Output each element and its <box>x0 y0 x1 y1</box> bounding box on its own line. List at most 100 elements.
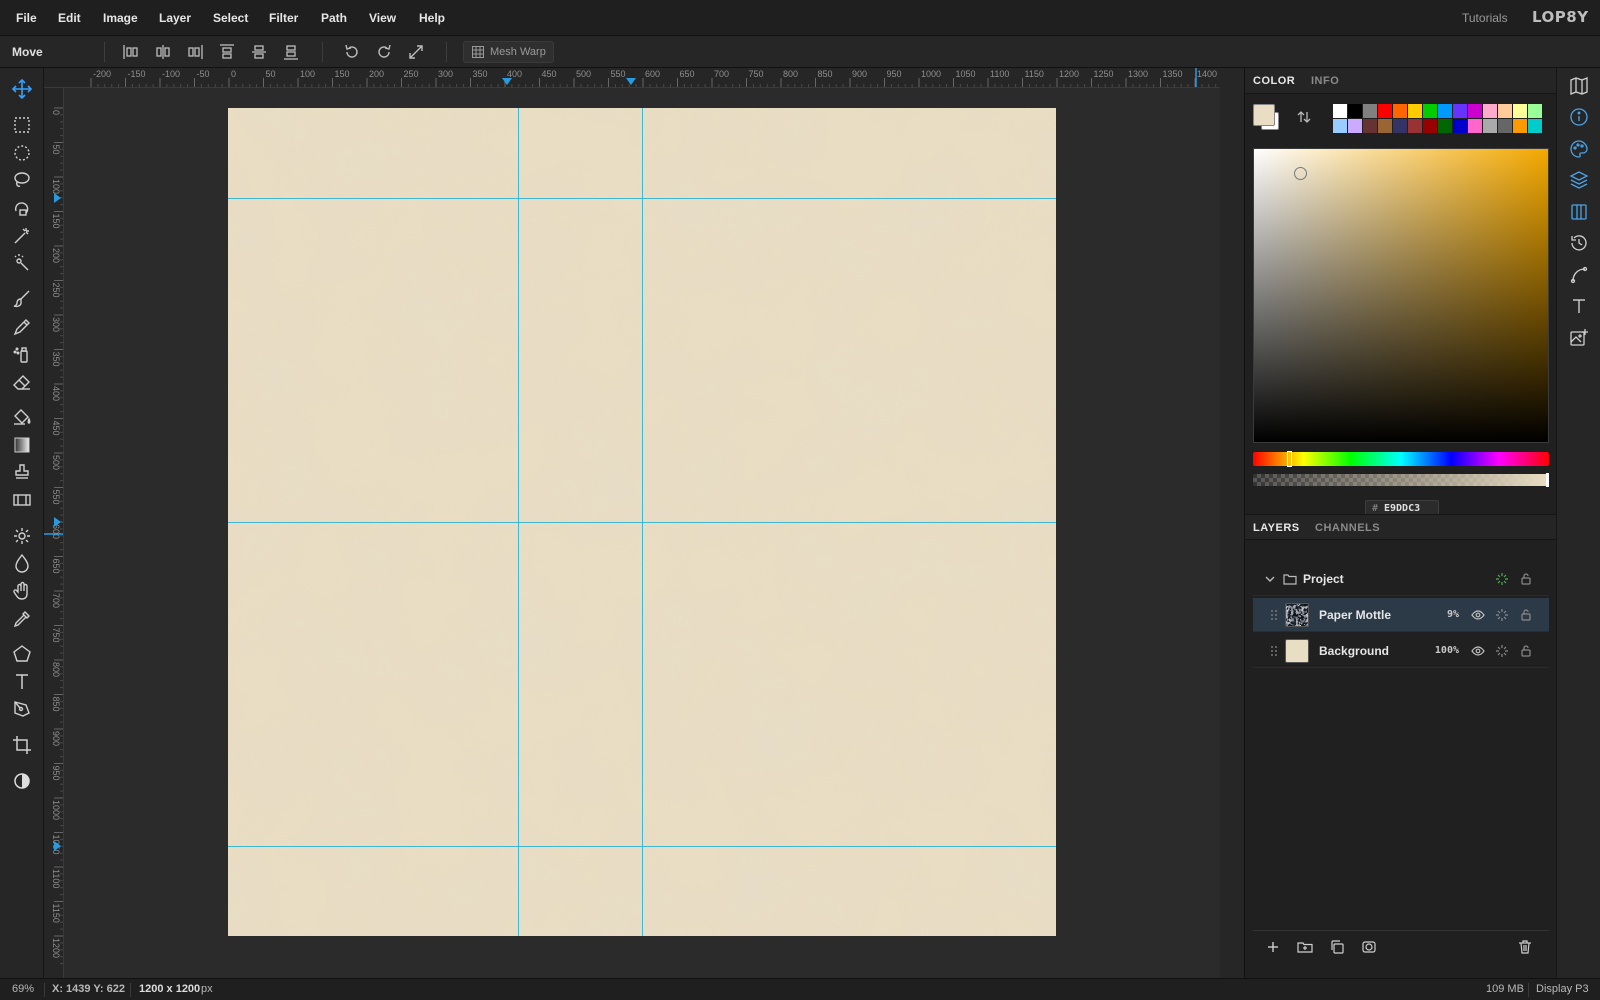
add-layer-icon[interactable] <box>1265 939 1281 955</box>
menu-path[interactable]: Path <box>321 11 347 25</box>
gradient-icon[interactable] <box>11 434 33 456</box>
palette-swatch[interactable] <box>1393 104 1407 118</box>
lock-icon[interactable] <box>1519 608 1533 622</box>
ellipse-select-icon[interactable] <box>11 142 33 164</box>
palette-swatch[interactable] <box>1528 104 1542 118</box>
move-tool-icon[interactable] <box>11 78 33 100</box>
palette-swatch[interactable] <box>1378 119 1392 133</box>
palette-swatch[interactable] <box>1498 104 1512 118</box>
drag-handle-icon[interactable] <box>1267 644 1281 658</box>
palette-swatch[interactable] <box>1453 104 1467 118</box>
channels-icon[interactable] <box>1569 202 1589 222</box>
contrast-icon[interactable] <box>11 770 33 792</box>
palette-swatch[interactable] <box>1363 119 1377 133</box>
layer-row-background[interactable]: Background 100% <box>1253 634 1549 668</box>
vertical-ruler[interactable]: 0 50 100 150 200 250 300 350 400 450 500 550 600 650 7… <box>44 88 64 978</box>
pen-tool-icon[interactable] <box>11 698 33 720</box>
palette-swatch[interactable] <box>1333 104 1347 118</box>
eye-icon[interactable] <box>1471 608 1485 622</box>
palette-swatch[interactable] <box>1468 119 1482 133</box>
menu-image[interactable]: Image <box>103 11 138 25</box>
rotate-right-icon[interactable] <box>375 43 393 61</box>
layer-group-row[interactable]: Project <box>1253 562 1549 596</box>
trash-icon[interactable] <box>1517 939 1533 955</box>
menu-select[interactable]: Select <box>213 11 248 25</box>
menu-filter[interactable]: Filter <box>269 11 298 25</box>
canvas-workspace[interactable] <box>64 88 1244 978</box>
palette-swatch[interactable] <box>1408 119 1422 133</box>
expand-icon[interactable] <box>407 43 425 61</box>
hue-slider[interactable] <box>1253 451 1549 467</box>
palette-swatch[interactable] <box>1393 119 1407 133</box>
palette-swatch[interactable] <box>1333 119 1347 133</box>
history-icon[interactable] <box>1569 233 1589 253</box>
palette-swatch[interactable] <box>1513 119 1527 133</box>
info-icon[interactable] <box>1569 107 1589 127</box>
map-icon[interactable] <box>1569 76 1589 96</box>
pencil-icon[interactable] <box>11 316 33 338</box>
swap-colors-icon[interactable] <box>1297 110 1311 124</box>
effects-icon[interactable] <box>1495 572 1509 586</box>
guide-marker[interactable] <box>502 78 512 85</box>
dodge-icon[interactable] <box>11 525 33 547</box>
tab-info[interactable]: INFO <box>1311 75 1339 87</box>
guide-horizontal[interactable] <box>228 522 1056 523</box>
palette-swatch[interactable] <box>1513 104 1527 118</box>
filmstrip-icon[interactable] <box>11 489 33 511</box>
tab-color[interactable]: COLOR <box>1253 75 1295 87</box>
eyedropper-icon[interactable] <box>11 608 33 630</box>
tutorials-link[interactable]: Tutorials <box>1462 11 1508 25</box>
palette-swatch[interactable] <box>1378 104 1392 118</box>
rotate-left-icon[interactable] <box>343 43 361 61</box>
menu-layer[interactable]: Layer <box>159 11 191 25</box>
lock-icon[interactable] <box>1519 572 1533 586</box>
alpha-slider[interactable] <box>1253 473 1549 487</box>
eraser-icon[interactable] <box>11 371 33 393</box>
menu-file[interactable]: File <box>16 11 37 25</box>
color-picker-cursor[interactable] <box>1294 167 1307 180</box>
chevron-down-icon[interactable] <box>1263 572 1277 586</box>
menu-edit[interactable]: Edit <box>58 11 81 25</box>
guide-marker[interactable] <box>54 193 61 203</box>
new-folder-icon[interactable] <box>1297 939 1313 955</box>
palette-swatch[interactable] <box>1483 104 1497 118</box>
hue-slider-handle[interactable] <box>1287 451 1292 467</box>
palette-swatch[interactable] <box>1438 119 1452 133</box>
palette-icon[interactable] <box>1569 139 1589 159</box>
effects-icon[interactable] <box>1495 644 1509 658</box>
magic-wand-icon[interactable] <box>11 225 33 247</box>
layer-row-paper-mottle[interactable]: Paper Mottle 9% <box>1253 598 1549 632</box>
clone-stamp-icon[interactable] <box>11 461 33 483</box>
crop-icon[interactable] <box>11 734 33 756</box>
palette-swatch[interactable] <box>1423 104 1437 118</box>
foreground-color-swatch[interactable] <box>1253 104 1275 126</box>
palette-swatch[interactable] <box>1423 119 1437 133</box>
layer-opacity[interactable]: 100% <box>1425 645 1459 656</box>
align-right-icon[interactable] <box>186 43 204 61</box>
magnetic-lasso-icon[interactable] <box>11 197 33 219</box>
drag-handle-icon[interactable] <box>1267 608 1281 622</box>
align-center-horizontal-icon[interactable] <box>154 43 172 61</box>
palette-swatch[interactable] <box>1438 104 1452 118</box>
palette-swatch[interactable] <box>1468 104 1482 118</box>
align-bottom-icon[interactable] <box>282 43 300 61</box>
palette-swatch[interactable] <box>1483 119 1497 133</box>
palette-swatch[interactable] <box>1453 119 1467 133</box>
palette-swatch[interactable] <box>1348 119 1362 133</box>
mesh-warp-button[interactable]: Mesh Warp <box>463 41 554 63</box>
hand-icon[interactable] <box>11 580 33 602</box>
duplicate-layer-icon[interactable] <box>1329 939 1345 955</box>
lasso-icon[interactable] <box>11 169 33 191</box>
quick-select-icon[interactable] <box>11 252 33 274</box>
palette-swatch[interactable] <box>1408 104 1422 118</box>
align-top-icon[interactable] <box>218 43 236 61</box>
saturation-value-picker[interactable] <box>1253 148 1549 443</box>
effects-icon[interactable] <box>1495 608 1509 622</box>
layer-mask-icon[interactable] <box>1361 939 1377 955</box>
menu-help[interactable]: Help <box>419 11 445 25</box>
zoom-level[interactable]: 69% <box>12 983 34 995</box>
tab-layers[interactable]: LAYERS <box>1253 522 1300 534</box>
layers-icon[interactable] <box>1569 170 1589 190</box>
palette-swatch[interactable] <box>1498 119 1512 133</box>
eye-icon[interactable] <box>1471 644 1485 658</box>
